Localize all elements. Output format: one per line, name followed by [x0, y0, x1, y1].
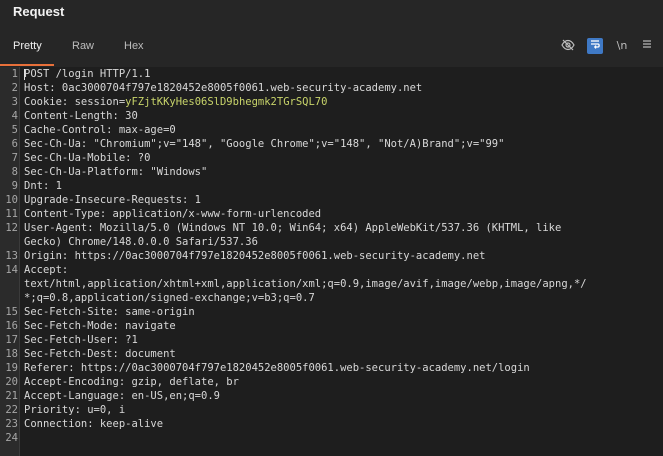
- editor-line[interactable]: 9 Dnt: 1: [0, 179, 663, 193]
- line-number: 2: [11, 82, 18, 94]
- editor-line[interactable]: 5 Cache-Control: max-age=0: [0, 123, 663, 137]
- line-text[interactable]: Gecko) Chrome/148.0.0.0 Safari/537.36: [24, 235, 258, 249]
- line-text[interactable]: text/html,application/xhtml+xml,applicat…: [24, 277, 587, 291]
- line-number: 17: [5, 334, 18, 346]
- line-text[interactable]: Accept-Language: en-US,en;q=0.9: [24, 389, 220, 403]
- line-text[interactable]: Sec-Fetch-Dest: document: [24, 347, 176, 361]
- panel-title: Request: [13, 4, 65, 19]
- editor-line[interactable]: 12 User-Agent: Mozilla/5.0 (Windows NT 10…: [0, 221, 663, 235]
- tab-bar: Pretty Raw Hex \n: [0, 28, 663, 68]
- line-number: 19: [5, 362, 18, 374]
- editor-line[interactable]: 15 Sec-Fetch-Site: same-origin: [0, 305, 663, 319]
- editor-line[interactable]: 20 Accept-Encoding: gzip, deflate, br: [0, 375, 663, 389]
- line-text[interactable]: Origin: https://0ac3000704f797e1820452e8…: [24, 249, 485, 263]
- tab-hex[interactable]: Hex: [124, 40, 144, 52]
- header-name: Cookie: session=: [24, 96, 126, 108]
- line-text[interactable]: Sec-Fetch-Mode: navigate: [24, 319, 176, 333]
- line-text[interactable]: Dnt: 1: [24, 179, 62, 193]
- line-number: 1: [11, 68, 18, 80]
- line-number: 12: [5, 222, 18, 234]
- line-number: 22: [5, 404, 18, 416]
- line-text[interactable]: Sec-Ch-Ua-Mobile: ?0: [24, 151, 150, 165]
- line-number: 6: [11, 138, 18, 150]
- line-text[interactable]: Priority: u=0, i: [24, 403, 125, 417]
- line-number: 15: [5, 306, 18, 318]
- line-text[interactable]: Host: 0ac3000704f797e1820452e8005f0061.w…: [24, 81, 422, 95]
- request-editor[interactable]: 1 POST /login HTTP/1.1 2 Host: 0ac3000704f7…: [0, 67, 663, 456]
- editor-line[interactable]: 11 Content-Type: application/x-www-form-u…: [0, 207, 663, 221]
- editor-line[interactable]: *;q=0.8,application/signed-exchange;v=b3…: [0, 291, 663, 305]
- cookie-session-value[interactable]: yFZjtKKyHes06SlD9bhegmk2TGrSQL70: [125, 96, 327, 108]
- line-number: 16: [5, 320, 18, 332]
- editor-line[interactable]: Gecko) Chrome/148.0.0.0 Safari/537.36: [0, 235, 663, 249]
- line-text[interactable]: Referer: https://0ac3000704f797e1820452e…: [24, 361, 530, 375]
- line-text[interactable]: POST /login HTTP/1.1: [24, 67, 150, 81]
- editor-line[interactable]: text/html,application/xhtml+xml,applicat…: [0, 277, 663, 291]
- line-text[interactable]: Upgrade-Insecure-Requests: 1: [24, 193, 201, 207]
- editor-line[interactable]: 3 Cookie: session=yFZjtKKyHes06SlD9bhegmk…: [0, 95, 663, 109]
- editor-line[interactable]: 14 Accept:: [0, 263, 663, 277]
- editor-line[interactable]: 19 Referer: https://0ac3000704f797e182045…: [0, 361, 663, 375]
- line-text[interactable]: Accept-Encoding: gzip, deflate, br: [24, 375, 239, 389]
- line-text[interactable]: Sec-Fetch-Site: same-origin: [24, 305, 195, 319]
- line-number: 18: [5, 348, 18, 360]
- editor-line[interactable]: 23 Connection: keep-alive: [0, 417, 663, 431]
- line-number: 24: [5, 432, 18, 444]
- line-text[interactable]: Content-Type: application/x-www-form-url…: [24, 207, 321, 221]
- line-number: 4: [11, 110, 18, 122]
- editor-line[interactable]: 18 Sec-Fetch-Dest: document: [0, 347, 663, 361]
- line-text[interactable]: Cookie: session=yFZjtKKyHes06SlD9bhegmk2…: [24, 95, 327, 109]
- editor-line[interactable]: 4 Content-Length: 30: [0, 109, 663, 123]
- line-number: 21: [5, 390, 18, 402]
- line-number: 7: [11, 152, 18, 164]
- editor-line[interactable]: 17 Sec-Fetch-User: ?1: [0, 333, 663, 347]
- wrap-lines-icon[interactable]: [587, 38, 603, 54]
- editor-line[interactable]: 2 Host: 0ac3000704f797e1820452e8005f0061.…: [0, 81, 663, 95]
- line-number: 9: [11, 180, 18, 192]
- line-text[interactable]: *;q=0.8,application/signed-exchange;v=b3…: [24, 291, 315, 305]
- line-number: 20: [5, 376, 18, 388]
- editor-line[interactable]: 6 Sec-Ch-Ua: "Chromium";v="148", "Google …: [0, 137, 663, 151]
- editor-line[interactable]: 10 Upgrade-Insecure-Requests: 1: [0, 193, 663, 207]
- line-number: 13: [5, 250, 18, 262]
- hamburger-menu-icon[interactable]: [639, 38, 655, 54]
- newline-toggle-button[interactable]: \n: [614, 38, 630, 54]
- line-text[interactable]: Sec-Ch-Ua-Platform: "Windows": [24, 165, 207, 179]
- line-number: 3: [11, 96, 18, 108]
- line-number: 23: [5, 418, 18, 430]
- eye-slash-icon[interactable]: [560, 38, 576, 54]
- editor-line[interactable]: 24: [0, 431, 663, 445]
- line-text[interactable]: User-Agent: Mozilla/5.0 (Windows NT 10.0…: [24, 221, 561, 235]
- editor-line[interactable]: 13 Origin: https://0ac3000704f797e1820452…: [0, 249, 663, 263]
- line-number: 11: [5, 208, 18, 220]
- editor-line[interactable]: 7 Sec-Ch-Ua-Mobile: ?0: [0, 151, 663, 165]
- line-text[interactable]: Accept:: [24, 263, 68, 277]
- tab-pretty[interactable]: Pretty: [13, 40, 42, 52]
- editor-line[interactable]: 21 Accept-Language: en-US,en;q=0.9: [0, 389, 663, 403]
- line-number: 10: [5, 194, 18, 206]
- panel-header: Request: [0, 0, 663, 28]
- text-cursor: [24, 69, 25, 80]
- line-number: 5: [11, 124, 18, 136]
- line-text[interactable]: Connection: keep-alive: [24, 417, 163, 431]
- line-text[interactable]: Sec-Fetch-User: ?1: [24, 333, 138, 347]
- line-text[interactable]: Cache-Control: max-age=0: [24, 123, 176, 137]
- tab-raw[interactable]: Raw: [72, 40, 94, 52]
- line-text[interactable]: Sec-Ch-Ua: "Chromium";v="148", "Google C…: [24, 137, 504, 151]
- editor-line[interactable]: 1 POST /login HTTP/1.1: [0, 67, 663, 81]
- editor-line[interactable]: 8 Sec-Ch-Ua-Platform: "Windows": [0, 165, 663, 179]
- active-tab-indicator: [0, 64, 54, 66]
- editor-line[interactable]: 22 Priority: u=0, i: [0, 403, 663, 417]
- line-number: 8: [11, 166, 18, 178]
- editor-line[interactable]: 16 Sec-Fetch-Mode: navigate: [0, 319, 663, 333]
- line-number: 14: [5, 264, 18, 276]
- line-text[interactable]: Content-Length: 30: [24, 109, 138, 123]
